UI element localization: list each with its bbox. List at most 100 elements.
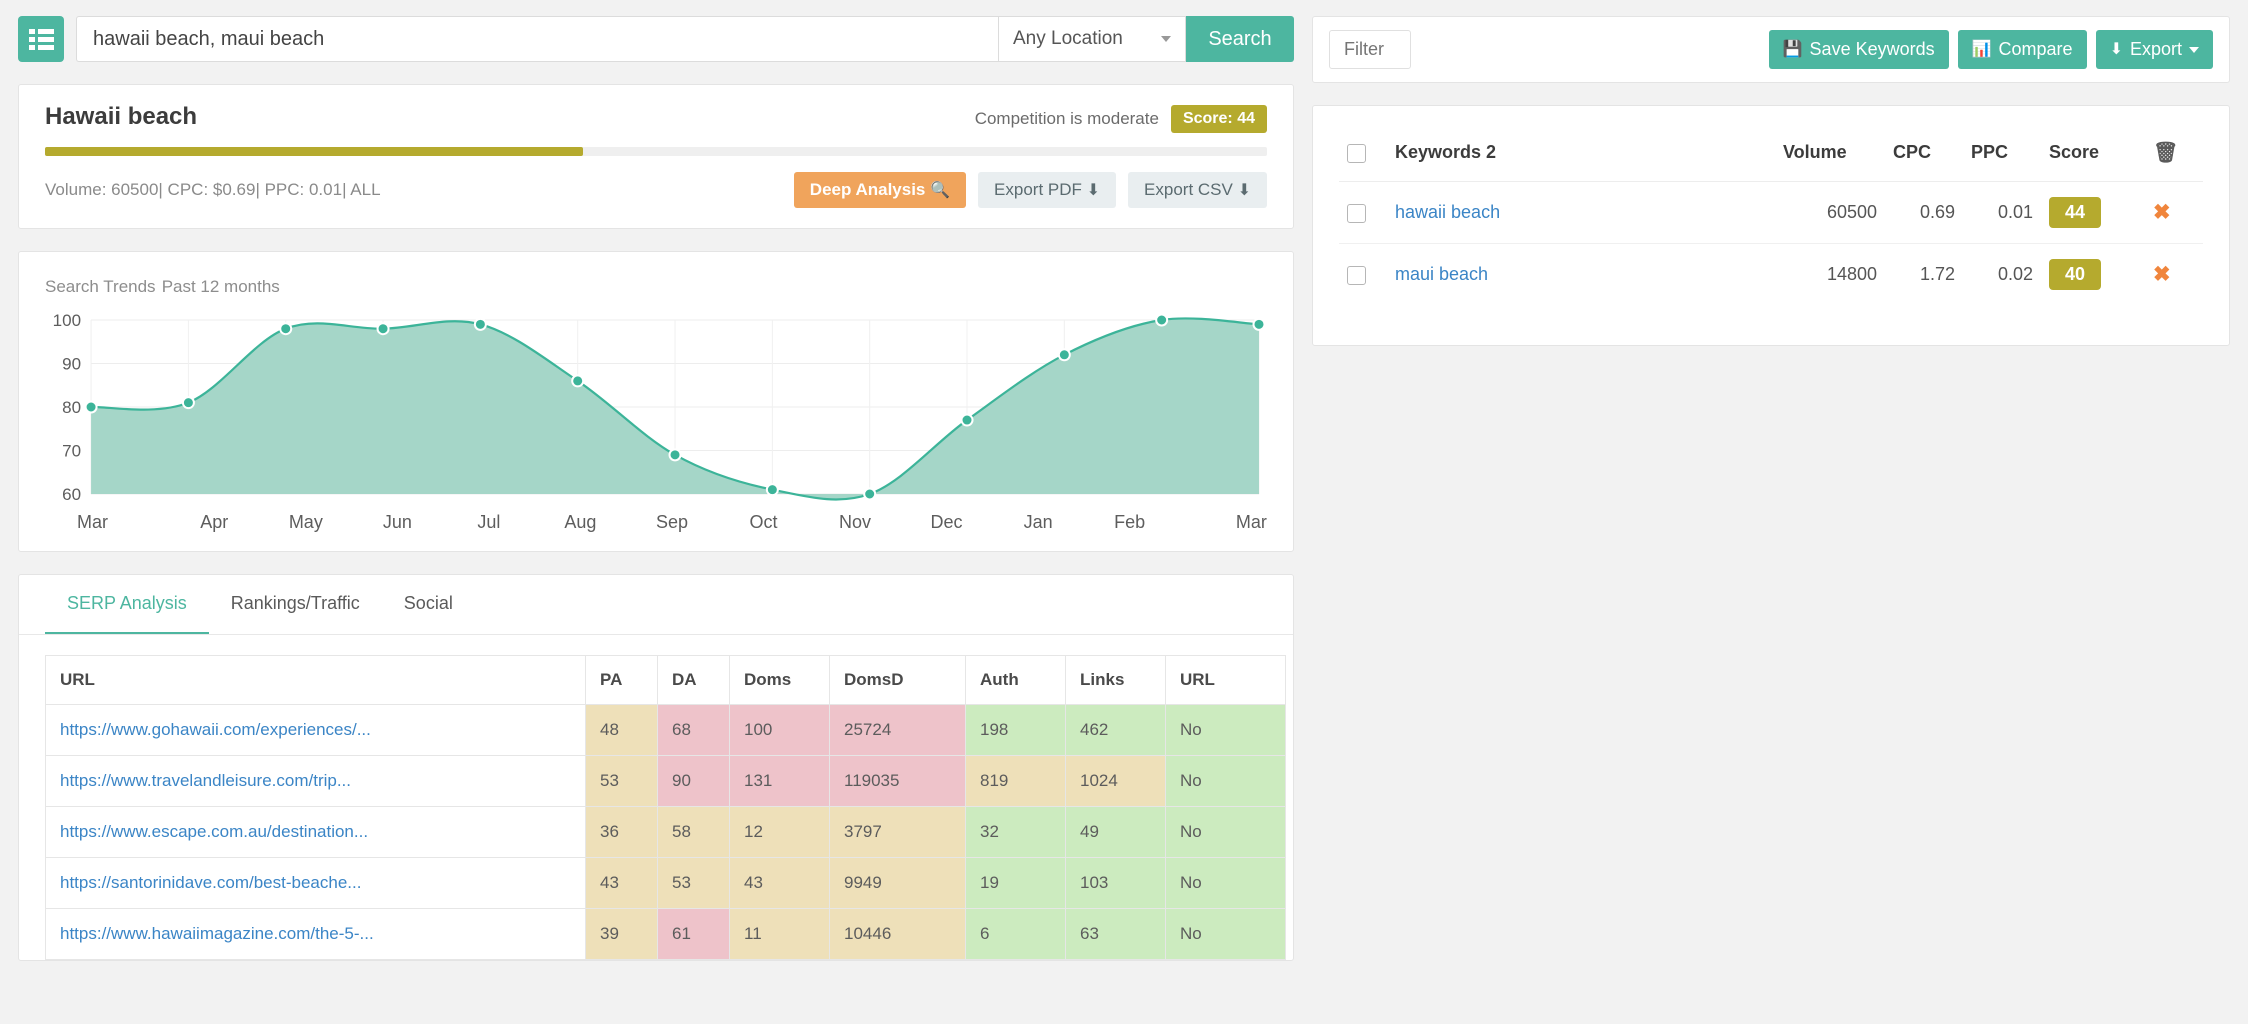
serp-url-link[interactable]: https://www.gohawaii.com/experiences/...	[60, 720, 371, 739]
serp-auth-cell: 198	[965, 704, 1066, 756]
cpc-cell: 0.69	[1885, 181, 1963, 244]
table-row: https://santorinidave.com/best-beache...…	[45, 857, 1286, 909]
serp-auth-cell: 6	[965, 908, 1066, 960]
keyword-cell: maui beach	[1387, 244, 1775, 306]
export-button[interactable]: ⬇ Export	[2095, 30, 2213, 69]
serp-column-header: URL	[45, 655, 586, 705]
serp-domsd-cell: 25724	[829, 704, 966, 756]
trends-title-main: Search Trends	[45, 277, 156, 296]
keywords-table: Keywords 2 Volume CPC PPC Score 🗑 hawaii…	[1339, 124, 2203, 305]
select-all-checkbox[interactable]	[1347, 143, 1366, 163]
table-row: https://www.travelandleisure.com/trip...…	[45, 755, 1286, 807]
serp-url-link[interactable]: https://www.hawaiimagazine.com/the-5-...	[60, 924, 374, 943]
trends-title-sub: Past 12 months	[161, 277, 280, 296]
keywords-toolbar-buttons: 💾 Save Keywords 📊 Compare ⬇ Export	[1768, 30, 2213, 69]
serp-url-link[interactable]: https://www.escape.com.au/destination...	[60, 822, 368, 841]
chart-x-tick: Feb	[1114, 512, 1146, 532]
compare-label: Compare	[1998, 39, 2073, 59]
table-row: hawaii beach 60500 0.69 0.01 44 ✖	[1339, 181, 2203, 244]
chevron-down-icon	[1161, 36, 1171, 42]
chart-x-tick: Nov	[839, 512, 872, 532]
overview-footer: Volume: 60500| CPC: $0.69| PPC: 0.01| AL…	[45, 172, 1267, 208]
serp-links-cell: 49	[1065, 806, 1166, 858]
serp-da-cell: 61	[657, 908, 730, 960]
trash-icon[interactable]: 🗑	[2153, 142, 2178, 164]
export-pdf-label: Export PDF	[994, 180, 1082, 199]
export-pdf-button[interactable]: Export PDF ⬇	[978, 172, 1117, 208]
location-select[interactable]: Any Location	[998, 16, 1186, 62]
serp-pa-cell: 43	[585, 857, 658, 909]
download-icon: ⬇	[2109, 40, 2123, 58]
list-view-icon[interactable]	[18, 16, 64, 62]
serp-header-row: URL PA DA Doms DomsD Auth Links URL	[45, 655, 1286, 705]
filter-input[interactable]	[1329, 30, 1411, 69]
page-title: Hawaii beach	[45, 103, 198, 130]
serp-pa-cell: 53	[585, 755, 658, 807]
serp-da-cell: 58	[657, 806, 730, 858]
serp-url2-cell: No	[1165, 806, 1286, 858]
volume-cell: 60500	[1775, 181, 1885, 244]
chart-x-tick: Mar	[1235, 512, 1267, 532]
download-icon: ⬇	[1086, 182, 1101, 199]
serp-url-cell: https://santorinidave.com/best-beache...	[45, 857, 586, 909]
competition-text: Competition is moderate	[974, 109, 1159, 128]
serp-url-link[interactable]: https://santorinidave.com/best-beache...	[60, 873, 361, 892]
serp-links-cell: 462	[1065, 704, 1166, 756]
table-row: https://www.gohawaii.com/experiences/...…	[45, 704, 1286, 756]
search-button[interactable]: Search	[1186, 16, 1294, 62]
table-row: https://www.hawaiimagazine.com/the-5-...…	[45, 908, 1286, 960]
compare-button[interactable]: 📊 Compare	[1957, 30, 2087, 69]
serp-column-header: URL	[1165, 655, 1286, 705]
serp-doms-cell: 11	[729, 908, 830, 960]
keyword-link[interactable]: hawaii beach	[1395, 202, 1500, 222]
tab-serp-analysis[interactable]: SERP Analysis	[45, 575, 209, 634]
keywords-panel: 💾 Save Keywords 📊 Compare ⬇ Export	[1312, 0, 2248, 346]
score-cell: 44	[2041, 181, 2145, 244]
row-checkbox[interactable]	[1347, 265, 1366, 285]
serp-url-cell: https://www.travelandleisure.com/trip...	[45, 755, 586, 807]
serp-table-wrap: URL PA DA Doms DomsD Auth Links URL https://www…	[19, 635, 1293, 960]
tab-rankings-traffic[interactable]: Rankings/Traffic	[209, 575, 382, 634]
serp-url2-cell: No	[1165, 704, 1286, 756]
chart-x-tick: Apr	[200, 512, 229, 532]
export-csv-button[interactable]: Export CSV ⬇	[1128, 172, 1267, 208]
chart-x-tick: Jan	[1023, 512, 1053, 532]
serp-column-header: Doms	[729, 655, 830, 705]
close-icon[interactable]: ✖	[2153, 201, 2171, 224]
serp-doms-cell: 12	[729, 806, 830, 858]
serp-url-link[interactable]: https://www.travelandleisure.com/trip...	[60, 771, 351, 790]
chart-x-tick: Sep	[655, 512, 688, 532]
row-select-cell	[1339, 181, 1387, 244]
serp-table: URL PA DA Doms DomsD Auth Links URL https://www…	[45, 655, 1286, 960]
cpc-column-header: CPC	[1885, 124, 1963, 182]
save-keywords-button[interactable]: 💾 Save Keywords	[1768, 30, 1949, 69]
row-select-cell	[1339, 244, 1387, 306]
keyword-link[interactable]: maui beach	[1395, 264, 1488, 284]
overview-header: Hawaii beach Competition is moderate Sco…	[45, 103, 1267, 133]
serp-url2-cell: No	[1165, 857, 1286, 909]
overview-actions: Deep Analysis 🔍 Export PDF ⬇ Export CSV …	[793, 172, 1267, 208]
deep-analysis-button[interactable]: Deep Analysis 🔍	[793, 172, 967, 208]
tab-social[interactable]: Social	[382, 575, 475, 634]
search-input[interactable]	[76, 16, 998, 62]
chart-x-axis: Mar Apr May Jun Jul Aug Sep Oct Nov Dec Jan Feb Mar	[45, 512, 1267, 533]
row-checkbox[interactable]	[1347, 203, 1366, 223]
serp-da-cell: 53	[657, 857, 730, 909]
keywords-body: hawaii beach 60500 0.69 0.01 44 ✖ maui beach 14…	[1339, 181, 2203, 306]
ppc-column-header: PPC	[1963, 124, 2041, 182]
serp-doms-cell: 100	[729, 704, 830, 756]
status-badge: Score: 44	[1170, 105, 1267, 133]
competition-progress	[45, 147, 1267, 156]
close-icon[interactable]: ✖	[2153, 263, 2171, 286]
serp-column-header: DA	[657, 655, 730, 705]
ppc-cell: 0.02	[1997, 264, 2033, 284]
keywords-column-header: Keywords 2	[1387, 124, 1775, 182]
search-trends-title: Search Trends Past 12 months	[45, 272, 1267, 298]
score-cell: 40	[2041, 244, 2145, 306]
trend-area-chart: 60 70 80 90 100	[53, 312, 1266, 504]
search-icon: 🔍	[930, 182, 951, 199]
serp-column-header: Links	[1065, 655, 1166, 705]
cpc-cell: 1.72	[1919, 264, 1955, 284]
serp-pa-cell: 36	[585, 806, 658, 858]
serp-domsd-cell: 3797	[829, 806, 966, 858]
